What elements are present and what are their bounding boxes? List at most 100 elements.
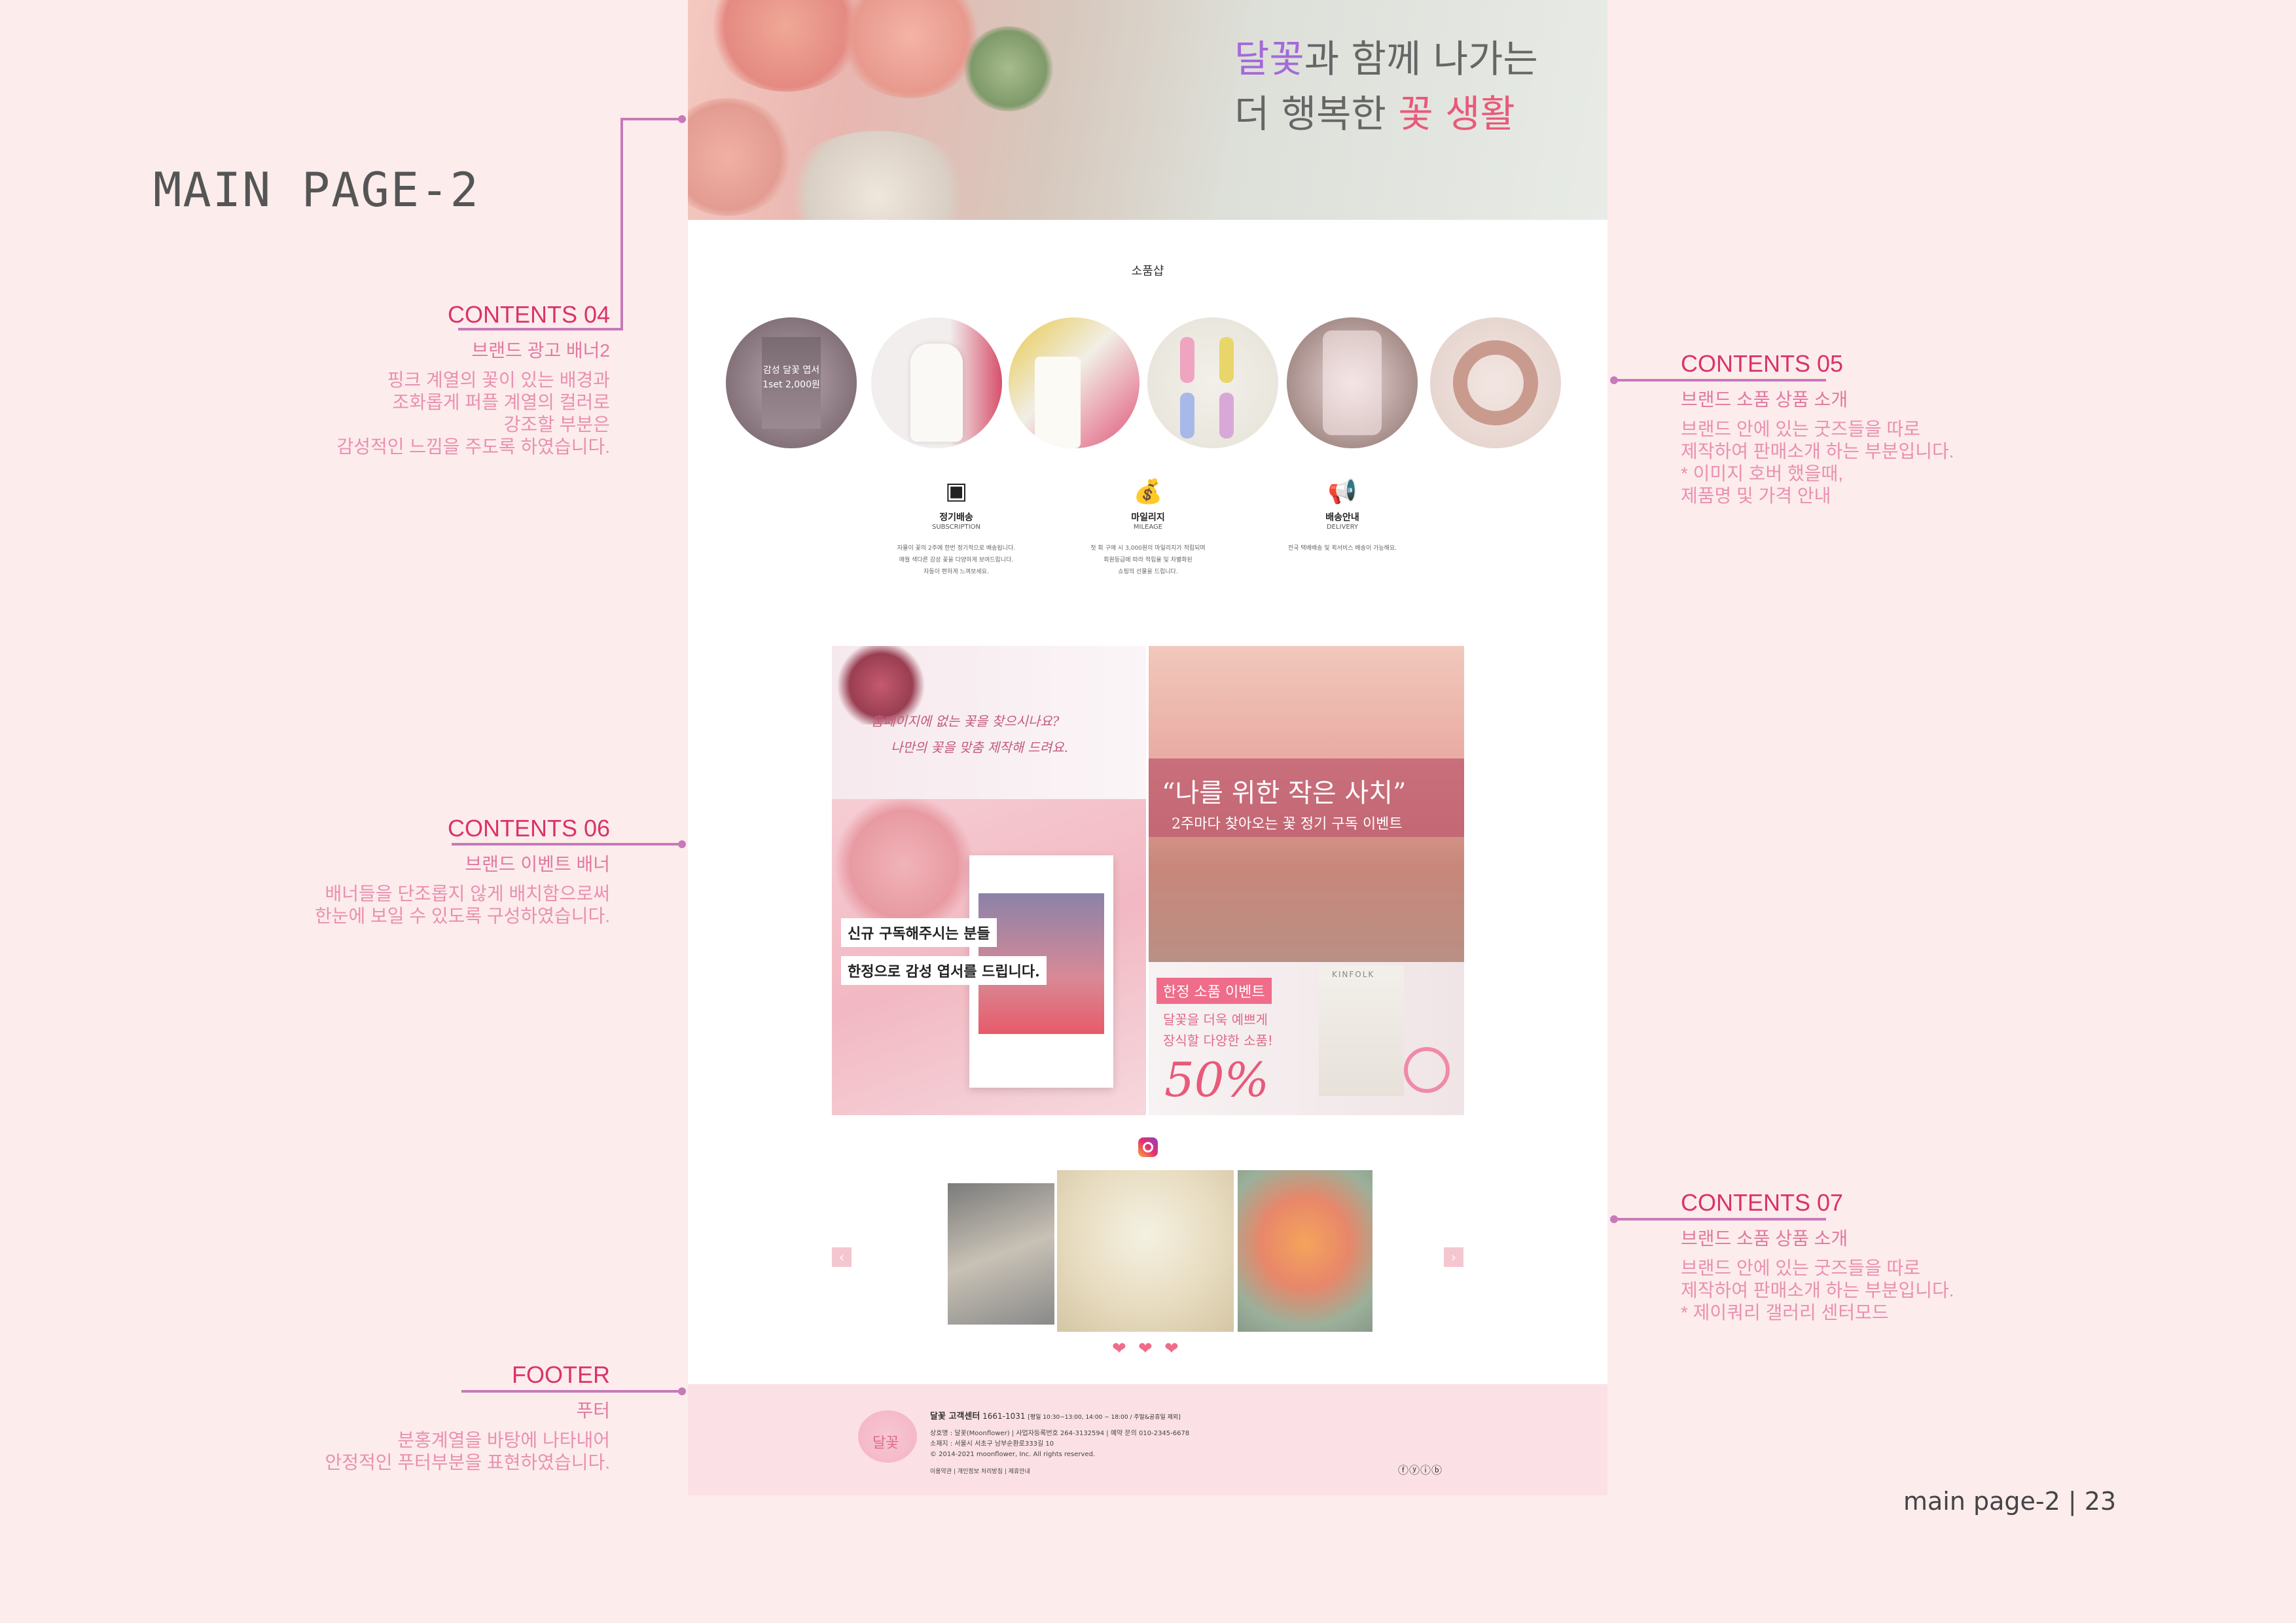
site-footer: 달꽃 달꽃 고객센터 1661-1031 [평일 10:30~13:00, 14…: [688, 1384, 1607, 1495]
scissors-image: [1219, 337, 1234, 383]
footer-copyright: © 2014-2021 moonflower, Inc. All rights …: [930, 1451, 1096, 1458]
c07-sub: 브랜드 소품 상품 소개: [1681, 1228, 1848, 1249]
gallery-dot-heart[interactable]: ❤: [1164, 1339, 1179, 1359]
gallery-item-center[interactable]: [1057, 1170, 1234, 1332]
feature-subtitle: MILEAGE: [1133, 524, 1163, 531]
c06-desc: 배너들을 단조롭지 않게 배치함으로써 한눈에 보일 수 있도록 구성하였습니다…: [315, 883, 610, 927]
footer-line: 분홍계열을 바탕에 나타내어: [397, 1430, 610, 1450]
feature-desc-line: 회원등급에 따라 적립율 및 차별화된: [1103, 557, 1193, 563]
banner-goods-sub: 달꽃을 더욱 예쁘게 장식할 다양한 소품!: [1163, 1009, 1273, 1051]
shop-item-name: 감성 달꽃 엽서: [762, 365, 820, 376]
feature-desc: 자물이 꽃의 2주에 한번 정기적으로 배송됩니다. 매월 색다른 감성 꽃을 …: [871, 543, 1041, 578]
shop-item-handwash[interactable]: [871, 317, 1002, 448]
c04-line: 조화롭게 퍼플 계열의 컬러로: [392, 392, 610, 412]
feature-mileage[interactable]: 💰 마일리지 MILEAGE 첫 회 구매 시 3,000원의 마일리지가 적립…: [1063, 478, 1233, 578]
c06-line: 배너들을 단조롭지 않게 배치함으로써: [325, 883, 611, 904]
banner-band: “나를 위한 작은 사치” 2주마다 찾아오는 꽃 정기 구독 이벤트: [1149, 758, 1464, 837]
c05-line: * 이미지 호버 했을때,: [1681, 463, 1844, 484]
banner-small-luxury-sub: 2주마다 찾아오는 꽃 정기 구독 이벤트: [1172, 816, 1403, 832]
bottle-image: [1323, 330, 1382, 435]
feature-desc-line: 첫 회 구매 시 3,000원의 마일리지가 적립되며: [1090, 545, 1206, 552]
shop-item-postcard[interactable]: 감성 달꽃 엽서 1set 2,000원: [726, 317, 857, 448]
shop-title: 소품샵: [1131, 264, 1164, 278]
shop-item-scissors[interactable]: [1147, 317, 1278, 448]
scissors-image: [1219, 393, 1234, 438]
feature-title: 마일리지: [1131, 512, 1165, 523]
event-banners: 홈페이지에 없는 꽃을 찾으시나요? 나만의 꽃을 맞춤 제작해 드려요. 신규…: [832, 646, 1464, 1115]
feature-desc-line: 매월 색다른 감성 꽃을 다양하게 보여드립니다.: [899, 557, 1014, 563]
instagram-icon-lens: [1143, 1142, 1153, 1152]
money-bag-icon: 💰: [1133, 478, 1163, 505]
feature-subscription[interactable]: ▣ 정기배송 SUBSCRIPTION 자물이 꽃의 2주에 한번 정기적으로 …: [871, 478, 1041, 578]
leaf-decoration: [963, 26, 1054, 111]
gallery-item[interactable]: [948, 1183, 1054, 1325]
c05-sub: 브랜드 소품 상품 소개: [1681, 389, 1848, 410]
website-mockup: 달꽃과 함께 나가는 더 행복한 꽃 생활 소품샵 감성 달꽃 엽서 1set …: [688, 0, 1607, 1495]
banner-small-luxury[interactable]: “나를 위한 작은 사치” 2주마다 찾아오는 꽃 정기 구독 이벤트: [1149, 646, 1464, 962]
banner-new-subscriber-line2: 한정으로 감성 엽서를 드립니다.: [841, 956, 1047, 985]
shop-item-wreath[interactable]: [1430, 317, 1561, 448]
shop-item-vase[interactable]: [1009, 317, 1139, 448]
c04-sub: 브랜드 광고 배너2: [471, 340, 610, 361]
c04-line: 핑크 계열의 꽃이 있는 배경과: [387, 370, 610, 390]
footer-center-label: 달꽃 고객센터: [930, 1412, 980, 1421]
c06-heading: CONTENTS 06: [447, 815, 610, 842]
megaphone-icon: 📢: [1327, 478, 1357, 505]
hero-highlight: 꽃 생활: [1398, 92, 1515, 136]
page-number: main page-2 | 23: [1903, 1487, 2117, 1516]
vase-image: [1035, 357, 1081, 448]
c06-annotation: CONTENTS 06 브랜드 이벤트 배너 배너들을 단조롭지 않게 배치함으…: [315, 815, 610, 927]
footer-info: 상호명 : 달꽃(Moonflower) | 사업자등록번호 264-31325…: [930, 1429, 1189, 1460]
rose-decoration: [832, 799, 976, 930]
banner-custom-text: 홈페이지에 없는 꽃을 찾으시나요? 나만의 꽃을 맞춤 제작해 드려요.: [871, 708, 1068, 760]
feature-title: 배송안내: [1325, 512, 1359, 523]
rose-decoration: [838, 0, 982, 98]
c05-line: 브랜드 안에 있는 굿즈들을 따로: [1681, 419, 1920, 439]
gallery-item[interactable]: [1238, 1170, 1372, 1332]
instagram-icon[interactable]: [1138, 1137, 1158, 1157]
banner-goods-sub-line: 장식할 다양한 소품!: [1163, 1033, 1273, 1048]
magazine-image: [1319, 965, 1404, 1096]
c07-heading: CONTENTS 07: [1681, 1189, 1844, 1216]
footer-line: 안정적인 푸터부분을 표현하였습니다.: [325, 1452, 611, 1472]
c04-connector-dot: [678, 115, 686, 123]
shop-item-bottle[interactable]: [1287, 317, 1418, 448]
footer-info-line: 상호명 : 달꽃(Moonflower) | 사업자등록번호 264-31325…: [930, 1430, 1190, 1437]
wreath-image: [1453, 340, 1538, 425]
hero-banner[interactable]: 달꽃과 함께 나가는 더 행복한 꽃 생활: [688, 0, 1607, 220]
c04-line: 감성적인 느낌을 주도록 하였습니다.: [336, 437, 610, 457]
footer-desc: 분홍계열을 바탕에 나타내어 안정적인 푸터부분을 표현하였습니다.: [325, 1429, 611, 1474]
c04-line: 강조할 부분은: [503, 414, 610, 435]
banner-text-line: 홈페이지에 없는 꽃을 찾으시나요?: [871, 713, 1060, 729]
feature-desc-line: 자물이 꽃의 2주에 한번 정기적으로 배송됩니다.: [897, 545, 1016, 552]
feature-desc-line: 전국 택배배송 및 퀵서비스 배송이 가능해요.: [1287, 545, 1397, 552]
paper-decoration: [780, 131, 976, 220]
scissors-image: [1180, 337, 1194, 383]
banner-goods-tag: 한정 소품 이벤트: [1157, 978, 1272, 1004]
footer-sns-icons[interactable]: ⓕⓨⓘⓑ: [1398, 1461, 1443, 1477]
bottle-image: [910, 344, 963, 442]
gallery-prev-button[interactable]: ‹: [832, 1247, 852, 1267]
c07-annotation: CONTENTS 07 브랜드 소품 상품 소개 브랜드 안에 있는 굿즈들을 …: [1681, 1189, 1954, 1324]
rose-decoration: [688, 98, 793, 216]
banner-goods-discount: 50%: [1164, 1052, 1270, 1107]
c07-desc: 브랜드 안에 있는 굿즈들을 따로 제작하여 판매소개 하는 부분입니다. * …: [1681, 1257, 1954, 1324]
page-title: MAIN PAGE-2: [153, 162, 480, 217]
scissors-image: [1404, 1047, 1450, 1093]
banner-custom-order[interactable]: 홈페이지에 없는 꽃을 찾으시나요? 나만의 꽃을 맞춤 제작해 드려요.: [832, 646, 1146, 799]
footer-links[interactable]: 이용약관 | 개인정보 처리방침 | 제휴안내: [930, 1467, 1030, 1475]
gallery-dot-heart[interactable]: ❤: [1112, 1339, 1126, 1359]
feature-delivery[interactable]: 📢 배송안내 DELIVERY 전국 택배배송 및 퀵서비스 배송이 가능해요.: [1257, 478, 1427, 554]
footer-annotation: FOOTER 푸터 분홍계열을 바탕에 나타내어 안정적인 푸터부분을 표현하였…: [325, 1361, 611, 1474]
footer-info-line: 소재지 : 서울시 서초구 남부순환로333길 10: [930, 1440, 1054, 1448]
gallery-dot-heart[interactable]: ❤: [1138, 1339, 1153, 1359]
gallery-next-button[interactable]: ›: [1444, 1247, 1463, 1267]
banner-goods-event[interactable]: 한정 소품 이벤트 달꽃을 더욱 예쁘게 장식할 다양한 소품! 50% KIN…: [1149, 962, 1464, 1115]
c06-line: 한눈에 보일 수 있도록 구성하였습니다.: [314, 906, 610, 926]
feature-desc: 첫 회 구매 시 3,000원의 마일리지가 적립되며 회원등급에 따라 적립율…: [1063, 543, 1233, 578]
banner-new-subscriber[interactable]: 신규 구독해주시는 분들 한정으로 감성 엽서를 드립니다.: [832, 799, 1146, 1115]
footer-heading: FOOTER: [512, 1361, 610, 1388]
c05-desc: 브랜드 안에 있는 굿즈들을 따로 제작하여 판매소개 하는 부분입니다. * …: [1681, 418, 1954, 507]
feature-subtitle: SUBSCRIPTION: [931, 524, 981, 531]
banner-text-line: 나만의 꽃을 맞춤 제작해 드려요.: [891, 740, 1068, 755]
